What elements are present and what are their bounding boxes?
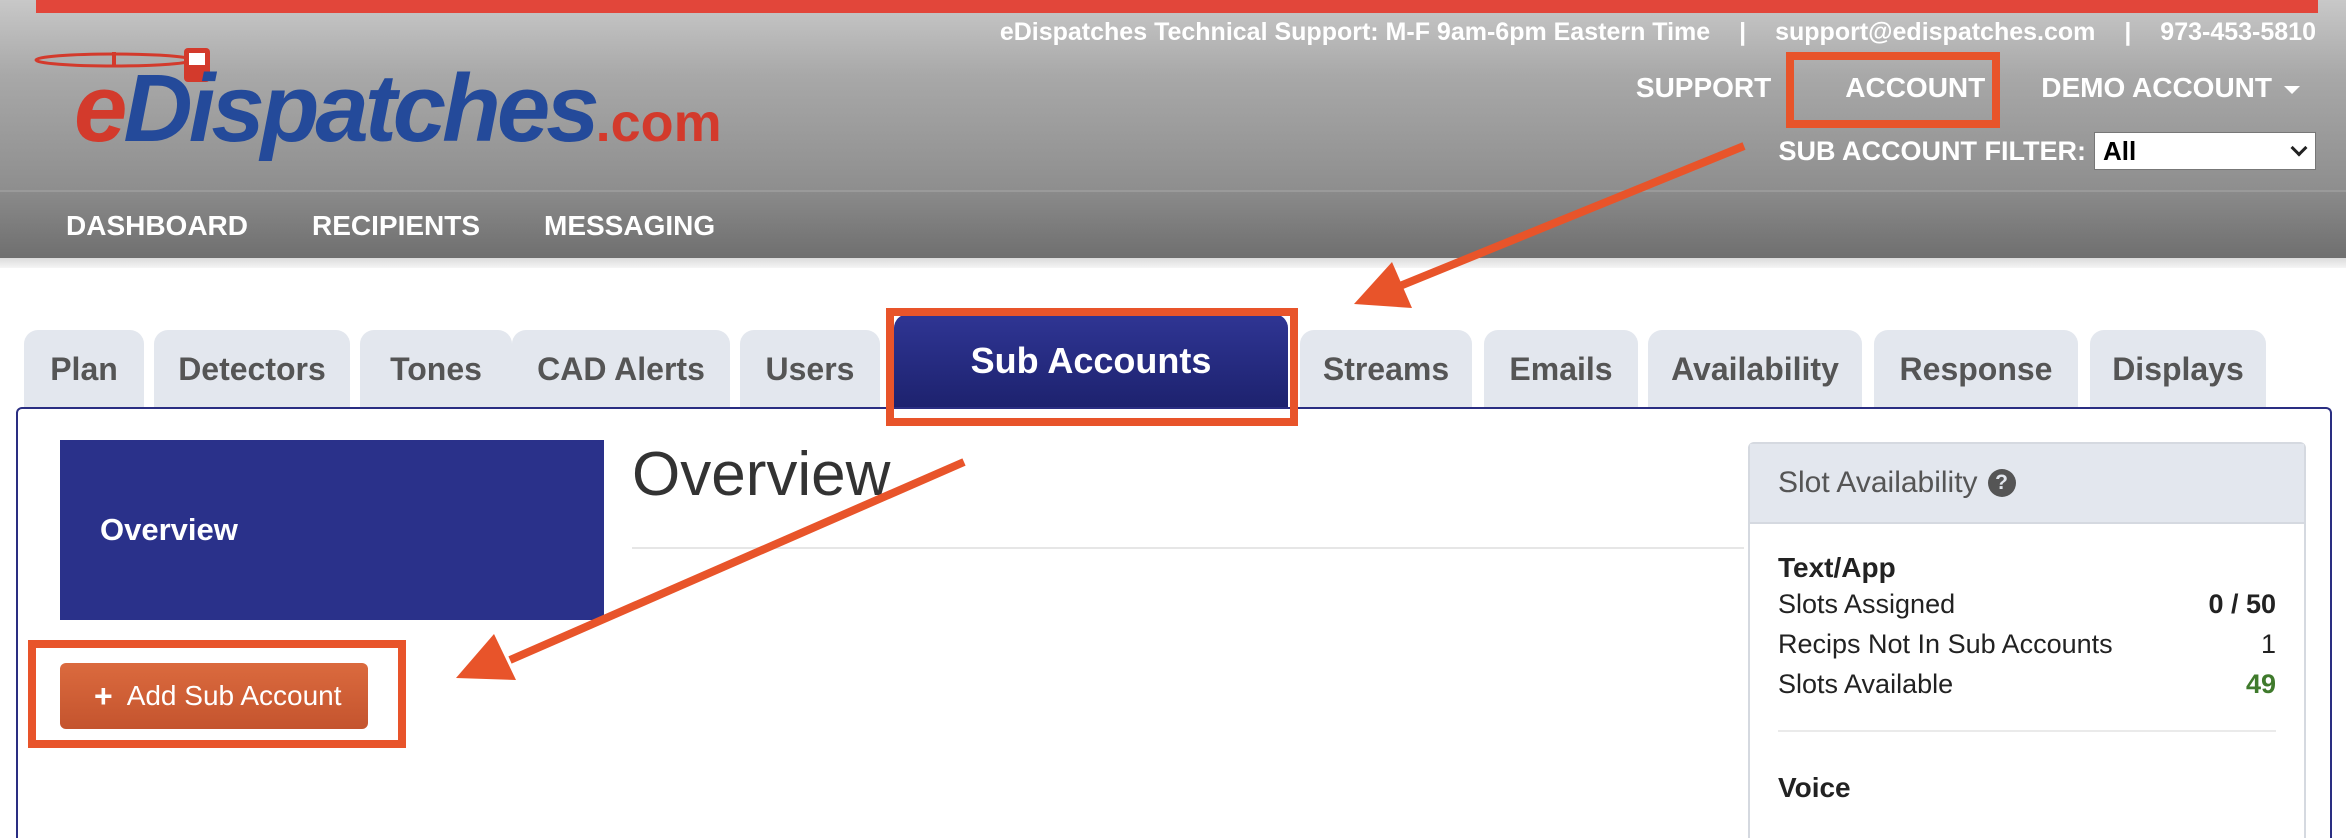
content-panel: Overview + Add Sub Account Overview Slot…	[16, 407, 2332, 838]
sub-account-filter-label: SUB ACCOUNT FILTER:	[1778, 135, 2086, 166]
voice-heading: Voice	[1778, 772, 1851, 803]
nav-support[interactable]: SUPPORT	[1618, 72, 1789, 104]
nav-messaging[interactable]: MESSAGING	[544, 210, 715, 242]
recips-not-in-sub-accounts-row: Recips Not In Sub Accounts 1	[1778, 624, 2276, 664]
slots-assigned-value: 0 / 50	[2208, 588, 2276, 619]
sub-accounts-highlight-box	[886, 308, 1298, 426]
sub-account-filter-value: All	[2103, 135, 2137, 166]
tab-streams[interactable]: Streams	[1300, 330, 1472, 408]
slot-availability-header: Slot Availability ?	[1750, 444, 2304, 524]
separator: |	[1739, 18, 1747, 46]
support-info: eDispatches Technical Support: M-F 9am-6…	[1000, 18, 2316, 47]
account-highlight-box	[1786, 52, 2000, 128]
caret-down-icon	[2284, 85, 2300, 94]
support-hours: eDispatches Technical Support: M-F 9am-6…	[999, 18, 1711, 46]
slot-availability-panel: Slot Availability ? Text/App Slots Assig…	[1748, 442, 2306, 838]
slot-availability-title: Slot Availability	[1778, 466, 1978, 499]
slots-available-row: Slots Available 49	[1778, 664, 2276, 704]
tab-detectors[interactable]: Detectors	[154, 330, 350, 408]
slot-divider	[1778, 730, 2276, 732]
tab-plan[interactable]: Plan	[24, 330, 144, 408]
tab-tones[interactable]: Tones	[360, 330, 512, 408]
slots-available-label: Slots Available	[1778, 668, 1954, 699]
demo-account-label: DEMO ACCOUNT	[2041, 72, 2272, 103]
tab-cad-alerts[interactable]: CAD Alerts	[512, 330, 730, 408]
sub-account-filter-select[interactable]: All	[2094, 132, 2316, 170]
tab-users[interactable]: Users	[740, 330, 880, 408]
nav-dashboard[interactable]: DASHBOARD	[66, 210, 248, 242]
sub-account-filter: SUB ACCOUNT FILTER: All	[1779, 132, 2316, 170]
recips-not-in-sub-accounts-label: Recips Not In Sub Accounts	[1778, 628, 2113, 659]
slot-availability-body: Text/App Slots Assigned 0 / 50 Recips No…	[1750, 552, 2304, 804]
slots-assigned-label: Slots Assigned	[1778, 588, 1956, 619]
header-accent-line	[36, 0, 2318, 13]
tab-availability[interactable]: Availability	[1648, 330, 1862, 408]
add-sub-account-highlight-box	[28, 640, 406, 748]
recips-not-in-sub-accounts-value: 1	[2260, 628, 2276, 659]
title-divider	[632, 547, 1744, 549]
nav-shadow	[0, 258, 2346, 268]
sidebar-item-overview[interactable]: Overview	[60, 440, 604, 620]
nav-demo-account[interactable]: DEMO ACCOUNT	[2023, 72, 2318, 104]
help-icon[interactable]: ?	[1987, 469, 2016, 497]
main-nav: DASHBOARD RECIPIENTS MESSAGING	[0, 190, 2346, 258]
page: eDispatches.com eDispatches Technical Su…	[0, 0, 2346, 838]
nav-recipients[interactable]: RECIPIENTS	[312, 210, 480, 242]
support-email-link[interactable]: support@edispatches.com	[1775, 18, 2095, 46]
tab-emails[interactable]: Emails	[1484, 330, 1638, 408]
chevron-down-icon	[2290, 139, 2308, 157]
text-app-heading: Text/App	[1778, 552, 1896, 583]
slots-assigned-row: Slots Assigned 0 / 50	[1778, 584, 2276, 624]
separator: |	[2124, 18, 2132, 46]
page-title: Overview	[632, 440, 891, 509]
tab-response[interactable]: Response	[1874, 330, 2078, 408]
edispatches-logo[interactable]: eDispatches.com	[34, 42, 722, 162]
logo-text: eDispatches.com	[74, 55, 722, 162]
support-phone: 973-453-5810	[2160, 18, 2316, 46]
slots-available-value: 49	[2245, 668, 2276, 699]
tab-displays[interactable]: Displays	[2090, 330, 2266, 408]
